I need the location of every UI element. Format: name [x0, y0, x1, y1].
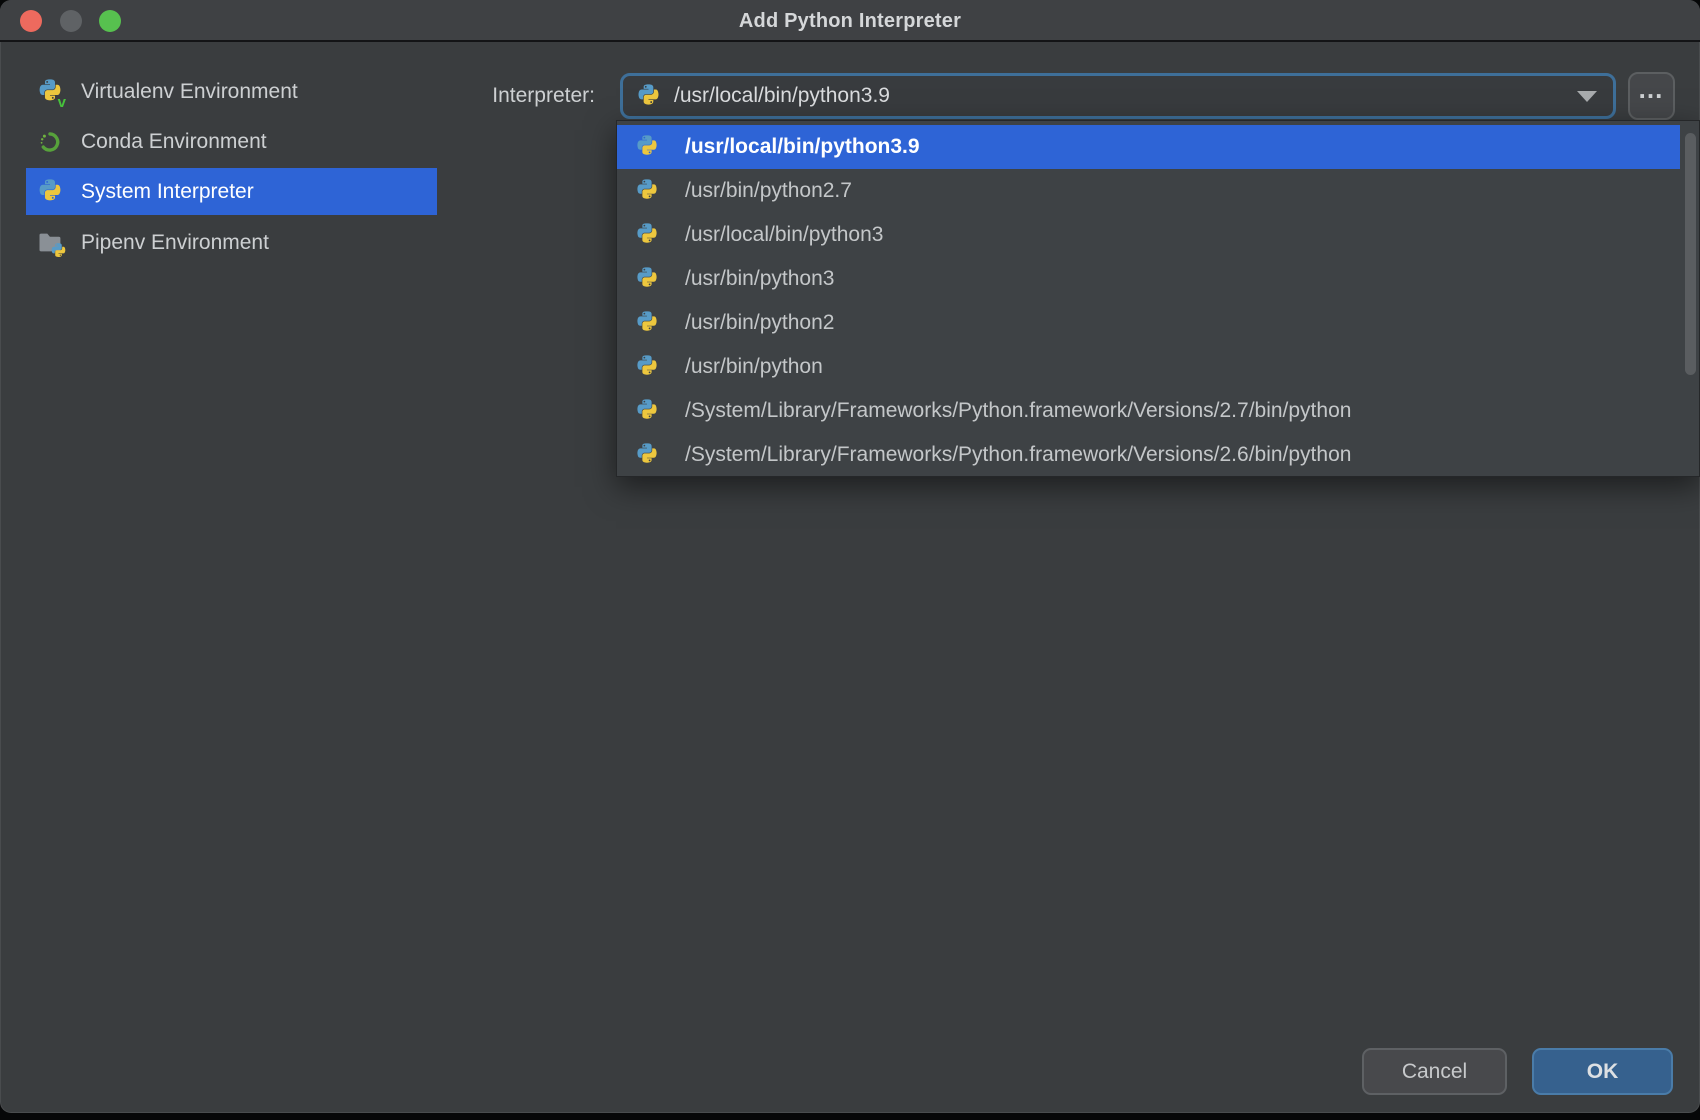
- titlebar: Add Python Interpreter: [0, 0, 1700, 42]
- sidebar-item-virtualenv[interactable]: v Virtualenv Environment: [26, 68, 437, 115]
- python-icon: [635, 267, 659, 291]
- dropdown-item[interactable]: /System/Library/Frameworks/Python.framew…: [617, 433, 1680, 477]
- python-icon: [636, 84, 661, 109]
- dropdown-item-label: /usr/bin/python3: [685, 267, 834, 291]
- python-icon: [635, 311, 659, 335]
- zoom-button[interactable]: [99, 10, 121, 32]
- python-icon: [37, 179, 63, 205]
- pipenv-folder-icon: [37, 230, 63, 256]
- python-icon: [635, 443, 659, 467]
- python-icon: [635, 355, 659, 379]
- sidebar-item-label: System Interpreter: [81, 180, 254, 204]
- dropdown-item-label: /System/Library/Frameworks/Python.framew…: [685, 443, 1351, 467]
- minimize-button[interactable]: [60, 10, 82, 32]
- sidebar-item-label: Virtualenv Environment: [81, 80, 298, 104]
- dialog-title: Add Python Interpreter: [0, 0, 1700, 42]
- dropdown-item-label: /usr/local/bin/python3.9: [685, 135, 920, 159]
- python-virtualenv-icon: v: [37, 79, 63, 105]
- dropdown-item[interactable]: /usr/bin/python: [617, 345, 1680, 389]
- python-icon: [635, 179, 659, 203]
- browse-button[interactable]: …: [1628, 72, 1675, 120]
- close-button[interactable]: [20, 10, 42, 32]
- dropdown-item-label: /usr/local/bin/python3: [685, 223, 883, 247]
- dropdown-item[interactable]: /usr/bin/python3: [617, 257, 1680, 301]
- conda-icon: [37, 129, 63, 155]
- dropdown-item-label: /System/Library/Frameworks/Python.framew…: [685, 399, 1351, 423]
- dropdown-item[interactable]: /usr/bin/python2: [617, 301, 1680, 345]
- dropdown-scrollbar-thumb[interactable]: [1685, 133, 1696, 375]
- dropdown-item-label: /usr/bin/python2: [685, 311, 834, 335]
- ok-button[interactable]: OK: [1532, 1048, 1673, 1095]
- sidebar-item-label: Conda Environment: [81, 130, 267, 154]
- dropdown-item[interactable]: /usr/local/bin/python3: [617, 213, 1680, 257]
- interpreter-value: /usr/local/bin/python3.9: [674, 84, 890, 108]
- virtualenv-v-badge: v: [58, 95, 66, 110]
- dropdown-item-label: /usr/bin/python: [685, 355, 823, 379]
- sidebar-item-label: Pipenv Environment: [81, 231, 269, 255]
- chevron-down-icon: [1577, 91, 1597, 102]
- interpreter-combobox[interactable]: /usr/local/bin/python3.9: [620, 73, 1616, 119]
- dropdown-item[interactable]: /usr/local/bin/python3.9: [617, 125, 1680, 169]
- python-icon: [635, 135, 659, 159]
- sidebar-item-system-interpreter[interactable]: System Interpreter: [26, 168, 437, 215]
- cancel-button[interactable]: Cancel: [1362, 1048, 1507, 1095]
- add-interpreter-dialog: Add Python Interpreter v Virtualenv Envi…: [0, 0, 1700, 1113]
- python-icon: [635, 399, 659, 423]
- python-icon: [635, 223, 659, 247]
- dropdown-item-label: /usr/bin/python2.7: [685, 179, 852, 203]
- interpreter-dropdown-popup: /usr/local/bin/python3.9 /usr/bin/python…: [616, 120, 1700, 477]
- dropdown-item[interactable]: /System/Library/Frameworks/Python.framew…: [617, 389, 1680, 433]
- sidebar-item-conda[interactable]: Conda Environment: [26, 118, 437, 165]
- dropdown-item[interactable]: /usr/bin/python2.7: [617, 169, 1680, 213]
- interpreter-label: Interpreter:: [400, 73, 595, 119]
- sidebar-item-pipenv[interactable]: Pipenv Environment: [26, 219, 437, 266]
